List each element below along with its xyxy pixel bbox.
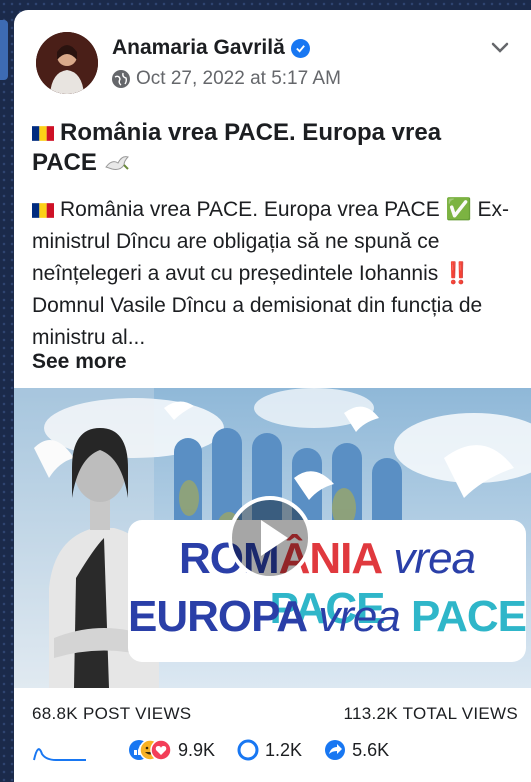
post-body-text: România vrea PACE. Europa vrea PACE ✅ Ex… bbox=[32, 198, 510, 349]
comment-icon bbox=[237, 739, 259, 761]
romania-flag-icon bbox=[32, 126, 54, 141]
view-stats: 68.8K POST VIEWS 113.2K TOTAL VIEWS bbox=[32, 704, 518, 724]
play-button[interactable] bbox=[228, 496, 312, 580]
shares-counter[interactable]: 5.6K bbox=[324, 739, 389, 761]
author-name[interactable]: Anamaria Gavrilă bbox=[112, 36, 285, 60]
verified-badge-icon bbox=[290, 38, 310, 58]
post-card: Anamaria Gavrilă Oct 27, 2022 at 5:17 AM… bbox=[14, 10, 531, 782]
post-title-text: România vrea PACE. Europa vrea PACE bbox=[32, 119, 442, 176]
share-icon bbox=[325, 740, 346, 760]
shares-count: 5.6K bbox=[352, 739, 390, 760]
reactions-count: 9.9K bbox=[178, 739, 216, 760]
globe-icon bbox=[112, 70, 130, 88]
author-name-row: Anamaria Gavrilă bbox=[112, 36, 310, 60]
banner-line-2: EUROPA vrea PACE bbox=[128, 592, 527, 641]
romania-flag-icon bbox=[32, 203, 54, 218]
post-title: România vrea PACE. Europa vrea PACE bbox=[32, 118, 512, 178]
chevron-down-icon[interactable] bbox=[489, 36, 511, 58]
reactions-icon bbox=[129, 739, 172, 761]
post-timestamp[interactable]: Oct 27, 2022 at 5:17 AM bbox=[136, 68, 341, 90]
sparkline-icon bbox=[33, 748, 86, 761]
dove-icon bbox=[104, 155, 129, 170]
comments-counter[interactable]: 1.2K bbox=[237, 739, 302, 761]
comments-count: 1.2K bbox=[265, 739, 303, 760]
engagement-bar: 9.9K 1.2K 5.6K bbox=[32, 738, 411, 762]
post-views: 68.8K POST VIEWS bbox=[32, 704, 192, 723]
video-thumbnail[interactable]: ROMÂNIA vrea PACE EUROPA vrea PACE bbox=[14, 388, 531, 688]
total-views: 113.2K TOTAL VIEWS bbox=[343, 704, 518, 723]
avatar[interactable] bbox=[36, 32, 98, 94]
play-icon bbox=[261, 520, 288, 556]
post-body: România vrea PACE. Europa vrea PACE ✅ Ex… bbox=[32, 194, 517, 354]
see-more-link[interactable]: See more bbox=[32, 350, 127, 374]
post-meta: Oct 27, 2022 at 5:17 AM bbox=[112, 68, 341, 90]
reactions-counter[interactable]: 9.9K bbox=[128, 739, 215, 761]
side-strip bbox=[0, 20, 8, 80]
video-banner: ROMÂNIA vrea PACE EUROPA vrea PACE bbox=[128, 520, 527, 662]
